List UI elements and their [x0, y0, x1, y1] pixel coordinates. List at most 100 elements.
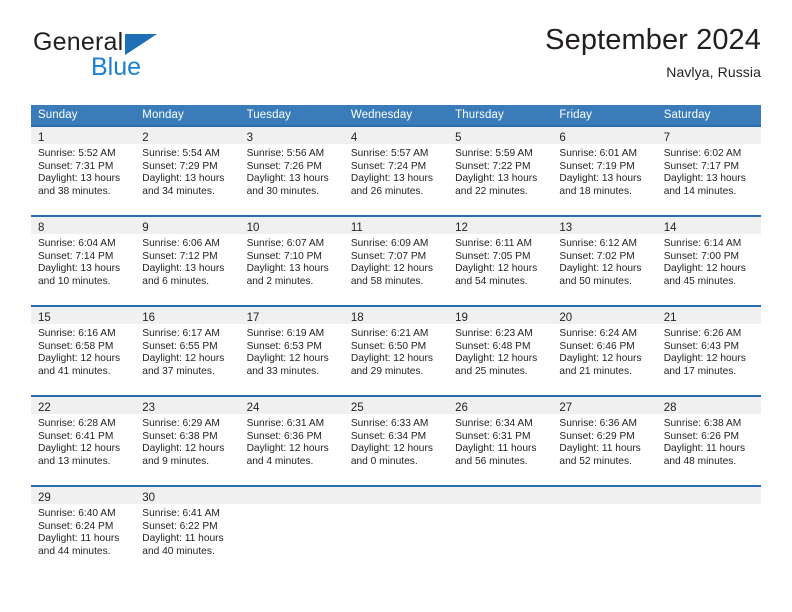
- calendar-day-cell[interactable]: 19 Sunrise: 6:23 AM Sunset: 6:48 PM Dayligh…: [448, 305, 553, 395]
- daylight-text-line2: and 58 minutes.: [350, 275, 424, 287]
- calendar-day-cell[interactable]: 15 Sunrise: 6:16 AM Sunset: 6:58 PM Dayligh…: [31, 305, 136, 395]
- calendar-day-cell[interactable]: 7 Sunrise: 6:02 AM Sunset: 7:17 PM Daylight…: [656, 125, 761, 215]
- calendar-day-cell[interactable]: 4 Sunrise: 5:57 AM Sunset: 7:24 PM Daylight…: [343, 125, 449, 215]
- day-number-band: 5: [448, 127, 553, 144]
- day-number-band: 16: [135, 307, 240, 324]
- calendar-day-cell[interactable]: 30 Sunrise: 6:41 AM Sunset: 6:22 PM Dayligh…: [135, 485, 240, 575]
- daylight-text-line2: and 9 minutes.: [142, 455, 210, 467]
- calendar-day-cell[interactable]: 2 Sunrise: 5:54 AM Sunset: 7:29 PM Daylight…: [135, 125, 240, 215]
- day-cell-inner: 11 Sunrise: 6:09 AM Sunset: 7:07 PM Dayligh…: [343, 215, 449, 303]
- daylight-text-line2: and 48 minutes.: [663, 455, 737, 467]
- day-details: Sunrise: 6:12 AM Sunset: 7:02 PM Daylight:…: [552, 234, 656, 288]
- calendar-page: General Blue September 2024 Navlya, Russ…: [0, 0, 792, 612]
- generalblue-logo[interactable]: General Blue: [31, 30, 261, 90]
- sunset-text: Sunset: 6:41 PM: [38, 430, 114, 442]
- day-cell-inner: 12 Sunrise: 6:11 AM Sunset: 7:05 PM Dayligh…: [448, 215, 553, 303]
- day-number-band: [552, 487, 657, 504]
- calendar-day-cell[interactable]: 18 Sunrise: 6:21 AM Sunset: 6:50 PM Dayligh…: [343, 305, 449, 395]
- daylight-text-line1: Daylight: 11 hours: [559, 443, 641, 455]
- day-cell-inner: [656, 485, 761, 573]
- sunset-text: Sunset: 6:58 PM: [38, 340, 114, 352]
- calendar-header-row: Sunday Monday Tuesday Wednesday Thursday…: [31, 105, 761, 125]
- daylight-text-line1: Daylight: 12 hours: [142, 353, 225, 365]
- daylight-text-line1: Daylight: 13 hours: [38, 263, 121, 275]
- sunrise-text: Sunrise: 5:52 AM: [38, 148, 116, 159]
- day-details: Sunrise: 6:40 AM Sunset: 6:24 PM Daylight:…: [31, 504, 135, 558]
- day-number: 15: [38, 312, 51, 324]
- sunrise-text: Sunrise: 6:06 AM: [142, 238, 220, 249]
- calendar-day-cell[interactable]: 5 Sunrise: 5:59 AM Sunset: 7:22 PM Daylight…: [448, 125, 553, 215]
- sunset-text: Sunset: 7:26 PM: [246, 160, 322, 172]
- sunset-text: Sunset: 7:10 PM: [246, 250, 322, 262]
- calendar-day-cell[interactable]: 28 Sunrise: 6:38 AM Sunset: 6:26 PM Dayligh…: [656, 395, 761, 485]
- daylight-text-line1: Daylight: 13 hours: [246, 263, 329, 275]
- sunrise-text: Sunrise: 6:09 AM: [350, 238, 429, 249]
- calendar-day-cell[interactable]: 17 Sunrise: 6:19 AM Sunset: 6:53 PM Dayligh…: [239, 305, 344, 395]
- calendar-day-cell[interactable]: 12 Sunrise: 6:11 AM Sunset: 7:05 PM Dayligh…: [448, 215, 553, 305]
- sunset-text: Sunset: 7:22 PM: [455, 160, 531, 172]
- sunrise-text: Sunrise: 6:40 AM: [38, 508, 116, 519]
- daylight-text-line1: Daylight: 12 hours: [350, 443, 433, 455]
- sunrise-text: Sunrise: 5:56 AM: [246, 148, 325, 159]
- day-number-band: 25: [343, 397, 449, 414]
- calendar-day-cell[interactable]: 22 Sunrise: 6:28 AM Sunset: 6:41 PM Dayligh…: [31, 395, 136, 485]
- day-cell-inner: 20 Sunrise: 6:24 AM Sunset: 6:46 PM Dayligh…: [552, 305, 657, 393]
- daylight-text-line2: and 0 minutes.: [350, 455, 418, 467]
- daylight-text-line1: Daylight: 13 hours: [246, 173, 329, 185]
- day-details: [448, 504, 552, 508]
- daylight-text-line2: and 18 minutes.: [559, 185, 632, 197]
- day-number: 4: [350, 132, 358, 144]
- calendar-day-cell[interactable]: 6 Sunrise: 6:01 AM Sunset: 7:19 PM Daylight…: [552, 125, 657, 215]
- calendar-day-cell[interactable]: 20 Sunrise: 6:24 AM Sunset: 6:46 PM Dayligh…: [552, 305, 657, 395]
- calendar-day-cell[interactable]: 14 Sunrise: 6:14 AM Sunset: 7:00 PM Dayligh…: [656, 215, 761, 305]
- day-number-band: 18: [343, 307, 449, 324]
- calendar-day-cell[interactable]: 1 Sunrise: 5:52 AM Sunset: 7:31 PM Daylight…: [31, 125, 136, 215]
- day-number: 21: [663, 312, 677, 324]
- daylight-text-line2: and 33 minutes.: [246, 365, 320, 377]
- daylight-text-line2: and 50 minutes.: [559, 275, 632, 287]
- calendar-day-cell[interactable]: 29 Sunrise: 6:40 AM Sunset: 6:24 PM Dayligh…: [31, 485, 136, 575]
- sunset-text: Sunset: 6:38 PM: [142, 430, 218, 442]
- day-details: Sunrise: 5:59 AM Sunset: 7:22 PM Daylight:…: [448, 144, 552, 198]
- calendar-day-cell[interactable]: 16 Sunrise: 6:17 AM Sunset: 6:55 PM Dayligh…: [135, 305, 240, 395]
- calendar-day-cell[interactable]: 8 Sunrise: 6:04 AM Sunset: 7:14 PM Daylight…: [31, 215, 136, 305]
- calendar-day-cell[interactable]: 13 Sunrise: 6:12 AM Sunset: 7:02 PM Dayligh…: [552, 215, 657, 305]
- calendar-day-cell[interactable]: 26 Sunrise: 6:34 AM Sunset: 6:31 PM Dayligh…: [448, 395, 553, 485]
- day-cell-inner: [239, 485, 344, 573]
- day-number-band: 20: [552, 307, 657, 324]
- calendar-empty-cell: [552, 485, 657, 575]
- calendar-day-cell[interactable]: 25 Sunrise: 6:33 AM Sunset: 6:34 PM Dayligh…: [343, 395, 449, 485]
- calendar-day-cell[interactable]: 24 Sunrise: 6:31 AM Sunset: 6:36 PM Dayligh…: [239, 395, 344, 485]
- sunset-text: Sunset: 7:05 PM: [455, 250, 531, 262]
- day-details: Sunrise: 6:02 AM Sunset: 7:17 PM Daylight:…: [657, 144, 761, 198]
- sunset-text: Sunset: 6:50 PM: [350, 340, 427, 352]
- day-details: Sunrise: 6:17 AM Sunset: 6:55 PM Daylight:…: [135, 324, 239, 378]
- calendar-day-cell[interactable]: 3 Sunrise: 5:56 AM Sunset: 7:26 PM Daylight…: [239, 125, 344, 215]
- daylight-text-line1: Daylight: 12 hours: [38, 443, 121, 455]
- day-details: Sunrise: 6:36 AM Sunset: 6:29 PM Daylight:…: [552, 414, 656, 468]
- calendar-day-cell[interactable]: 11 Sunrise: 6:09 AM Sunset: 7:07 PM Dayligh…: [343, 215, 449, 305]
- calendar-day-cell[interactable]: 9 Sunrise: 6:06 AM Sunset: 7:12 PM Daylight…: [135, 215, 240, 305]
- day-number: 29: [38, 492, 51, 504]
- day-details: Sunrise: 6:07 AM Sunset: 7:10 PM Daylight:…: [240, 234, 344, 288]
- day-number: 22: [38, 402, 51, 414]
- day-number-band: 8: [31, 217, 136, 234]
- sunrise-text: Sunrise: 6:41 AM: [142, 508, 220, 519]
- day-cell-inner: 16 Sunrise: 6:17 AM Sunset: 6:55 PM Dayligh…: [135, 305, 240, 393]
- calendar-day-cell[interactable]: 10 Sunrise: 6:07 AM Sunset: 7:10 PM Dayligh…: [239, 215, 344, 305]
- calendar-day-cell[interactable]: 21 Sunrise: 6:26 AM Sunset: 6:43 PM Dayligh…: [656, 305, 761, 395]
- day-number: 19: [455, 312, 468, 324]
- sunset-text: Sunset: 6:48 PM: [455, 340, 531, 352]
- day-number-band: [656, 487, 761, 504]
- day-number-band: 10: [239, 217, 344, 234]
- calendar-day-cell[interactable]: 27 Sunrise: 6:36 AM Sunset: 6:29 PM Dayligh…: [552, 395, 657, 485]
- calendar-day-cell[interactable]: 23 Sunrise: 6:29 AM Sunset: 6:38 PM Dayligh…: [135, 395, 240, 485]
- day-number: 13: [559, 222, 573, 234]
- daylight-text-line1: Daylight: 13 hours: [38, 173, 121, 185]
- daylight-text-line1: Daylight: 12 hours: [663, 353, 746, 365]
- daylight-text-line2: and 10 minutes.: [38, 275, 111, 287]
- day-number: 10: [246, 222, 260, 234]
- sunset-text: Sunset: 7:00 PM: [663, 250, 740, 262]
- day-number-band: 3: [239, 127, 344, 144]
- sunrise-text: Sunrise: 6:07 AM: [246, 238, 325, 249]
